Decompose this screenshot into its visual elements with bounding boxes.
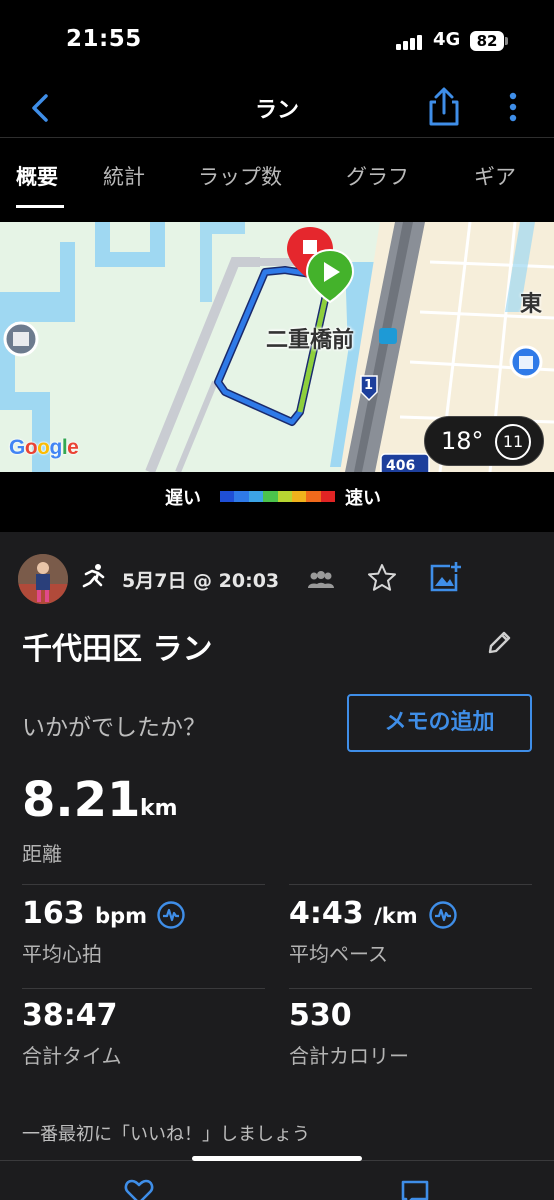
- share-button[interactable]: [424, 86, 464, 128]
- active-tab-indicator: [16, 205, 64, 208]
- avg-heart-rate-value: 163 bpm: [22, 896, 147, 931]
- group-icon[interactable]: [306, 568, 336, 592]
- comment-icon: [401, 1180, 429, 1200]
- tab-overview[interactable]: 概要: [16, 161, 58, 191]
- wind-icon: 11: [495, 424, 531, 460]
- tab-graph[interactable]: グラフ: [346, 161, 409, 191]
- distance-unit: km: [140, 796, 178, 821]
- legend-slow-label: 遅い: [165, 488, 201, 509]
- pace-color-bar: [220, 491, 335, 502]
- route-shield-label: 1: [364, 378, 374, 393]
- running-icon: [78, 562, 108, 592]
- distance-label: 距離: [22, 842, 62, 866]
- weather-temperature: 18°: [441, 427, 484, 455]
- divider: [289, 884, 532, 885]
- status-time: 21:55: [66, 26, 142, 52]
- network-type: 4G: [433, 29, 461, 50]
- legend-swatch: [277, 491, 292, 502]
- divider: [22, 988, 265, 989]
- tab-gear[interactable]: ギア: [474, 161, 516, 191]
- tab-stats[interactable]: 統計: [103, 161, 145, 191]
- add-photo-icon[interactable]: [428, 560, 462, 594]
- distance-value: 8.21: [22, 772, 141, 828]
- avg-heart-rate-number: 163: [22, 896, 85, 931]
- pace-legend: 遅い 速い: [0, 472, 554, 532]
- avatar-image: [18, 554, 68, 604]
- legend-swatch: [320, 491, 335, 502]
- legend-swatch: [306, 491, 321, 502]
- legend-swatch: [248, 491, 264, 502]
- activity-date: 5月7日 @ 20:03: [122, 570, 280, 592]
- avg-pace-unit: /km: [374, 904, 418, 928]
- divider: [22, 884, 265, 885]
- action-bar: [0, 1160, 554, 1200]
- status-bar: 21:55 4G 82: [0, 0, 554, 80]
- home-indicator: [192, 1156, 362, 1161]
- legend-swatch: [291, 491, 307, 502]
- pencil-icon[interactable]: [486, 628, 514, 656]
- legend-swatch: [220, 491, 235, 502]
- feedback-question: いかがでしたか？: [22, 715, 206, 741]
- more-vertical-icon: [509, 92, 517, 122]
- add-memo-button[interactable]: メモの追加: [347, 694, 532, 752]
- station-label: 二重橋前: [266, 328, 355, 353]
- activity-title: 千代田区 ラン: [22, 632, 213, 667]
- avg-heart-rate-unit: bpm: [95, 904, 148, 928]
- highway-shield-label: 406: [386, 458, 416, 472]
- avg-pace-number: 4:43: [289, 896, 364, 931]
- like-button[interactable]: [124, 1179, 154, 1200]
- signal-icon: [396, 34, 426, 50]
- pace-zone-icon[interactable]: [428, 900, 458, 930]
- share-icon: [429, 87, 459, 126]
- divider: [289, 988, 532, 989]
- comment-button[interactable]: [400, 1179, 430, 1200]
- page-title: ラン: [254, 98, 299, 123]
- avatar[interactable]: [18, 554, 68, 604]
- google-logo: Google: [9, 436, 79, 459]
- nav-bar: ラン: [0, 80, 554, 138]
- tab-bar: 概要 統計 ラップ数 グラフ ギア: [0, 139, 554, 211]
- like-prompt: 一番最初に「いいね！」しましょう: [22, 1124, 310, 1145]
- avg-pace-value: 4:43 /km: [289, 896, 418, 931]
- total-calories-label: 合計カロリー: [289, 1044, 409, 1068]
- activity-card: 5月7日 @ 20:03 千代田区 ラン いかがでしたか？ メモの追加 8.21…: [0, 532, 554, 1200]
- heart-icon: [124, 1179, 154, 1200]
- avg-pace-label: 平均ペース: [289, 942, 388, 966]
- avg-heart-rate-label: 平均心拍: [22, 942, 102, 966]
- tab-laps[interactable]: ラップ数: [198, 161, 282, 191]
- more-button[interactable]: [500, 90, 526, 124]
- legend-swatch: [234, 491, 249, 502]
- battery-icon: 82: [470, 31, 504, 51]
- battery-tip: [505, 37, 508, 45]
- star-icon[interactable]: [366, 562, 398, 594]
- weather-badge[interactable]: 18° 11: [424, 416, 544, 466]
- total-time-value: 38:47: [22, 998, 118, 1033]
- legend-fast-label: 速い: [345, 488, 381, 509]
- heart-rate-zone-icon[interactable]: [156, 900, 186, 930]
- total-calories-value: 530: [289, 998, 352, 1033]
- route-map[interactable]: 二重橋前 東 1 406 Google 18° 11: [0, 222, 554, 472]
- legend-swatch: [263, 491, 278, 502]
- area-label: 東: [520, 292, 543, 317]
- total-time-label: 合計タイム: [22, 1044, 122, 1068]
